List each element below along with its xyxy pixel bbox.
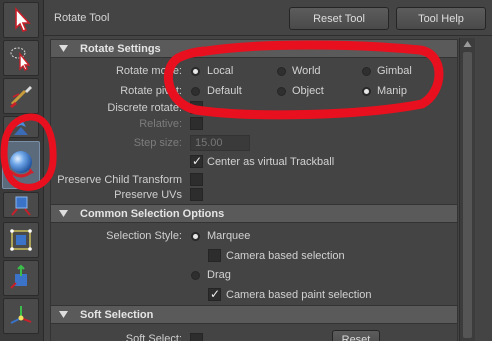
- right-gutter: [476, 38, 492, 341]
- collapse-triangle-icon: [59, 311, 68, 318]
- preserve-uvs-checkbox[interactable]: [190, 188, 203, 201]
- universal-manipulator-button[interactable]: [3, 222, 39, 258]
- soft-selection-reset-button[interactable]: Reset: [332, 330, 380, 341]
- section-title: Common Selection Options: [80, 207, 225, 220]
- rotate-tool-icon: [8, 151, 34, 178]
- vertical-scrollbar[interactable]: [459, 38, 475, 341]
- lasso-select-tool-icon: [10, 47, 31, 71]
- common-selection-header[interactable]: Common Selection Options: [50, 204, 458, 223]
- rotate-pivot-default-label: Default: [207, 85, 242, 97]
- rotate-mode-local-radio[interactable]: [191, 67, 200, 76]
- rotate-mode-gimbal-label: Gimbal: [377, 65, 412, 77]
- selection-style-label: Selection Style:: [106, 230, 182, 242]
- paint-select-tool-button[interactable]: [3, 78, 39, 114]
- relative-label: Relative:: [139, 118, 182, 130]
- preserve-child-checkbox[interactable]: [190, 173, 203, 186]
- trackball-checkbox[interactable]: [190, 154, 203, 168]
- show-manipulator-button[interactable]: [3, 298, 39, 334]
- collapse-triangle-icon: [59, 210, 68, 217]
- move-tool-icon: [14, 118, 28, 135]
- rotate-pivot-object-label: Object: [292, 85, 324, 97]
- soft-select-label: Soft Select:: [125, 333, 182, 341]
- step-size-field[interactable]: 15.00: [190, 135, 250, 151]
- reset-tool-button[interactable]: Reset Tool: [289, 7, 389, 30]
- camera-based-selection-label: Camera based selection: [226, 250, 345, 262]
- discrete-rotate-label: Discrete rotate:: [107, 102, 182, 114]
- soft-modification-button[interactable]: [3, 260, 39, 296]
- select-tool-icon: [15, 6, 31, 32]
- collapse-triangle-icon: [59, 45, 68, 52]
- rotate-pivot-default-radio[interactable]: [191, 87, 200, 96]
- trackball-label: Center as virtual Trackball: [207, 156, 335, 168]
- scrollbar-thumb[interactable]: [463, 52, 472, 338]
- paint-select-tool-icon: [10, 86, 32, 108]
- camera-based-paint-checkbox[interactable]: [208, 287, 221, 301]
- scale-tool-icon: [11, 196, 31, 216]
- camera-based-paint-label: Camera based paint selection: [226, 289, 372, 301]
- move-tool-button[interactable]: [3, 116, 39, 138]
- tool-help-button[interactable]: Tool Help: [396, 7, 486, 30]
- rotate-mode-label: Rotate mode:: [115, 65, 182, 77]
- rotate-tool-button[interactable]: [2, 141, 40, 189]
- lasso-tool-button[interactable]: [3, 40, 39, 76]
- rotate-mode-world-radio[interactable]: [277, 67, 286, 76]
- camera-based-selection-checkbox[interactable]: [208, 249, 221, 262]
- preserve-child-label: Preserve Child Transform: [57, 174, 182, 186]
- rotate-mode-world-label: World: [292, 65, 321, 77]
- soft-select-checkbox[interactable]: [190, 333, 203, 341]
- soft-modification-icon: [10, 264, 27, 289]
- relative-checkbox[interactable]: [190, 117, 203, 130]
- drag-label: Drag: [207, 269, 231, 281]
- section-title: Soft Selection: [80, 308, 154, 321]
- rotate-mode-gimbal-radio[interactable]: [362, 67, 371, 76]
- rotate-pivot-manip-radio[interactable]: [362, 87, 371, 96]
- drag-radio[interactable]: [191, 271, 200, 280]
- discrete-rotate-checkbox[interactable]: [190, 101, 203, 114]
- tool-box: [0, 0, 44, 341]
- soft-selection-header[interactable]: Soft Selection: [50, 305, 458, 324]
- rotate-mode-local-label: Local: [207, 65, 234, 77]
- rotate-pivot-label: Rotate pivot:: [120, 85, 182, 97]
- select-tool-button[interactable]: [3, 2, 39, 38]
- show-manipulator-icon: [10, 306, 32, 324]
- tool-title: Rotate Tool: [54, 12, 110, 24]
- universal-manipulator-icon: [10, 229, 32, 251]
- preserve-uvs-label: Preserve UVs: [114, 189, 182, 201]
- soft-selection-body: [50, 324, 458, 341]
- tool-settings-header: Rotate Tool Reset Tool Tool Help: [44, 0, 492, 36]
- scale-tool-button[interactable]: [3, 192, 39, 218]
- rotate-settings-header[interactable]: Rotate Settings: [50, 39, 458, 58]
- scroll-up-arrow-icon[interactable]: [462, 39, 473, 49]
- rotate-pivot-object-radio[interactable]: [277, 87, 286, 96]
- step-size-label: Step size:: [133, 137, 182, 149]
- marquee-label: Marquee: [207, 230, 251, 242]
- rotate-pivot-manip-label: Manip: [377, 85, 407, 97]
- marquee-radio[interactable]: [191, 232, 200, 241]
- section-title: Rotate Settings: [80, 42, 161, 55]
